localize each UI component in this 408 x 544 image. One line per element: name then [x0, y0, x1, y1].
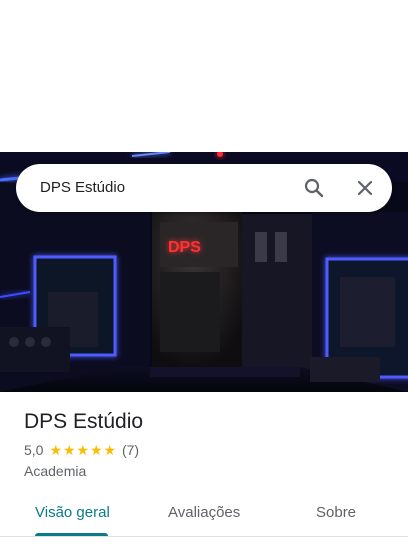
place-title: DPS Estúdio: [24, 410, 144, 433]
tabs-divider: [0, 536, 408, 537]
star-icon: ★: [103, 442, 117, 458]
tab-reviews[interactable]: Avaliações: [168, 504, 240, 521]
place-info: DPS Estúdio 5,0 ★ ★ ★ ★ ★ (7) Academia: [24, 408, 394, 480]
tab-about[interactable]: Sobre: [316, 504, 356, 521]
star-icon: ★: [76, 442, 90, 458]
star-icon: ★: [62, 442, 76, 458]
dps-sign: DPS: [168, 239, 201, 256]
tab-overview[interactable]: Visão geral: [35, 504, 110, 521]
rating-value: 5,0: [24, 442, 44, 458]
star-icon: ★: [89, 442, 103, 458]
star-rating: ★ ★ ★ ★ ★: [49, 443, 117, 457]
search-icon[interactable]: [302, 176, 326, 200]
star-icon: ★: [49, 442, 63, 458]
close-icon[interactable]: [353, 176, 377, 200]
rating-row[interactable]: 5,0 ★ ★ ★ ★ ★ (7): [24, 440, 394, 460]
map-area[interactable]: [0, 0, 408, 152]
place-category[interactable]: Academia: [24, 462, 394, 480]
search-query-text[interactable]: DPS Estúdio: [40, 179, 125, 196]
search-bar[interactable]: DPS Estúdio: [16, 164, 392, 212]
tab-bar: Visão geral Avaliações Sobre: [0, 496, 408, 544]
reviews-count[interactable]: (7): [122, 442, 139, 458]
